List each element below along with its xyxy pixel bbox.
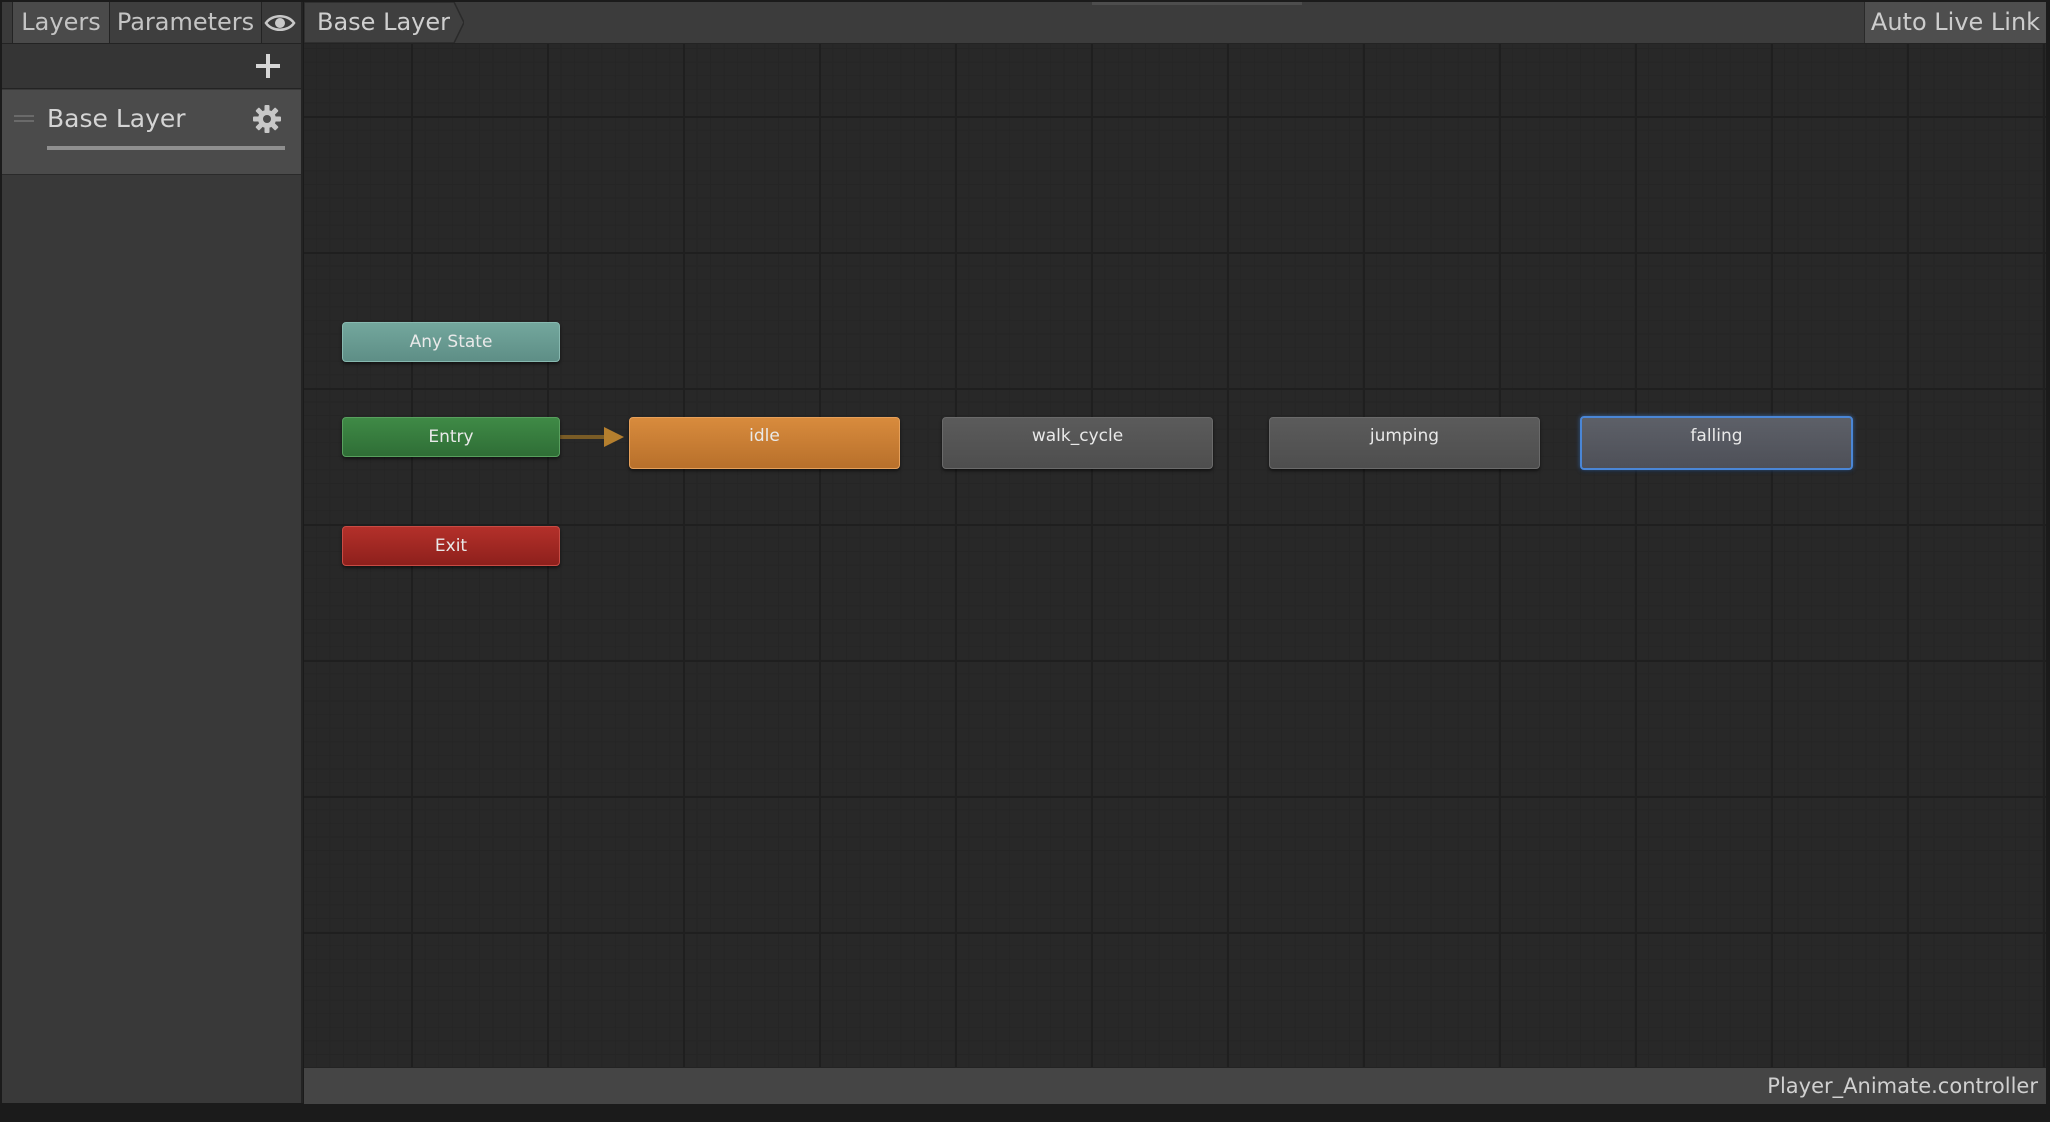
state-label: Exit <box>434 536 468 556</box>
state-label: falling <box>1690 426 1743 446</box>
panel-tabs: Layers Parameters <box>2 2 301 44</box>
tab-layers[interactable]: Layers <box>12 2 110 43</box>
add-layer-button[interactable] <box>252 50 284 82</box>
transition-arrow[interactable] <box>560 424 630 454</box>
state-any-state[interactable]: Any State <box>342 322 560 362</box>
state-label: walk_cycle <box>1031 426 1124 446</box>
state-idle[interactable]: idle <box>629 417 900 469</box>
toolbar-notch <box>1092 2 1302 5</box>
auto-live-link-button[interactable]: Auto Live Link <box>1864 2 2046 43</box>
state-label: jumping <box>1369 426 1440 446</box>
state-machine-graph[interactable]: Any State Entry Exit idle walk_cycle jum… <box>304 44 2046 1067</box>
breadcrumb[interactable]: Base Layer <box>304 2 464 43</box>
state-label: Any State <box>409 332 493 352</box>
drag-handle-icon[interactable] <box>14 108 34 122</box>
layer-item-base-layer[interactable]: Base Layer <box>2 90 301 175</box>
state-label: Entry <box>428 427 474 447</box>
layer-name: Base Layer <box>47 104 186 133</box>
state-jumping[interactable]: jumping <box>1269 417 1540 469</box>
state-exit[interactable]: Exit <box>342 526 560 566</box>
state-falling[interactable]: falling <box>1580 416 1853 470</box>
graph-toolbar: Base Layer Auto Live Link <box>304 2 2046 44</box>
animator-window: Layers Parameters Base Layer Base Layer … <box>0 0 2050 1122</box>
state-walk-cycle[interactable]: walk_cycle <box>942 417 1213 469</box>
status-bar: Player_Animate.controller <box>304 1067 2046 1104</box>
breadcrumb-item[interactable]: Base Layer <box>317 2 450 43</box>
layer-toolbar <box>2 44 301 89</box>
state-label: idle <box>749 426 780 446</box>
gear-icon[interactable] <box>252 104 282 134</box>
layers-panel: Layers Parameters Base Layer <box>2 2 303 1103</box>
layer-weight-slider[interactable] <box>47 146 285 150</box>
plus-icon <box>256 54 280 78</box>
state-entry[interactable]: Entry <box>342 417 560 457</box>
eye-icon[interactable] <box>264 9 296 37</box>
controller-file-name: Player_Animate.controller <box>1767 1074 2038 1098</box>
tab-parameters[interactable]: Parameters <box>110 2 262 43</box>
